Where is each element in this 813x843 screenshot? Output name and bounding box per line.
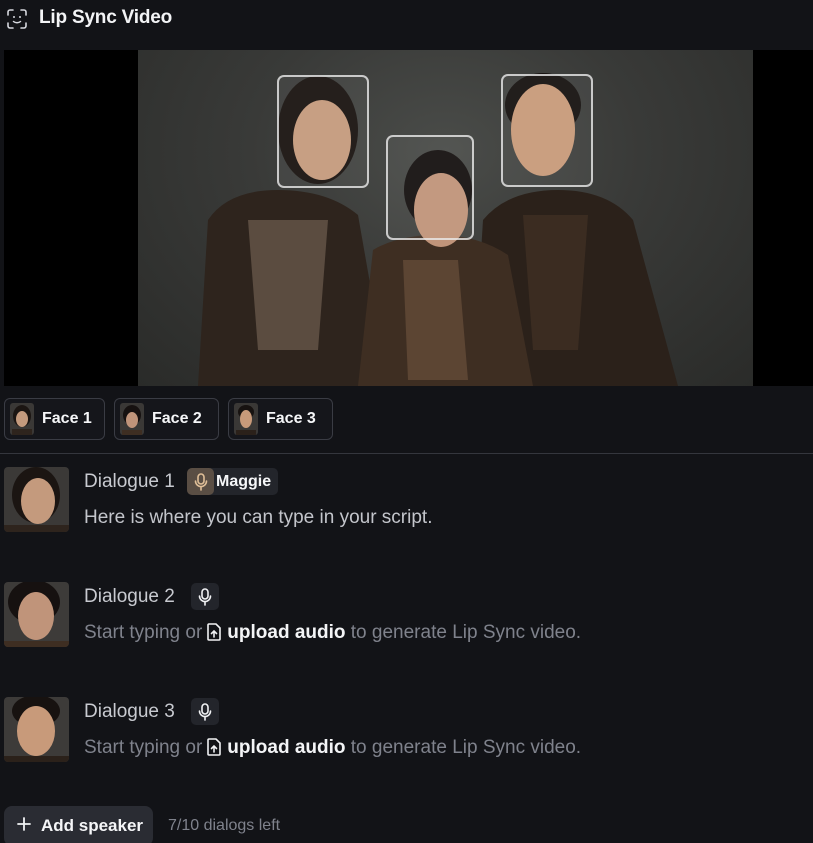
- script-input[interactable]: Start typing or upload audio to generate …: [84, 622, 581, 644]
- dialogue-title: Dialogue 1: [84, 471, 175, 492]
- divider: [0, 453, 813, 454]
- speaker-avatar[interactable]: [4, 467, 69, 532]
- placeholder-text: to generate Lip Sync video.: [350, 622, 582, 643]
- plus-icon: [17, 817, 31, 831]
- face-chip-2[interactable]: Face 2: [114, 398, 219, 440]
- preview-image: [138, 50, 753, 386]
- dialogue-row-1: Dialogue 1 Maggie Here is where you can …: [4, 467, 813, 537]
- add-speaker-label: Add speaker: [41, 816, 144, 835]
- face-thumbnail: [120, 403, 144, 435]
- face-chip-1[interactable]: Face 1: [4, 398, 105, 440]
- script-text[interactable]: Here is where you can type in your scrip…: [84, 507, 433, 529]
- face-chip-3[interactable]: Face 3: [228, 398, 333, 440]
- face-box-1[interactable]: [277, 75, 369, 188]
- upload-audio-link[interactable]: upload audio: [227, 622, 345, 643]
- upload-audio-icon: [207, 623, 222, 641]
- face-scan-icon: [7, 9, 27, 29]
- upload-audio-link[interactable]: upload audio: [227, 737, 345, 758]
- microphone-icon: [198, 587, 212, 606]
- voice-name: Maggie: [216, 472, 272, 490]
- face-chip-label: Face 3: [266, 410, 316, 427]
- voice-selector[interactable]: [191, 583, 219, 610]
- panel-header: Lip Sync Video: [0, 0, 813, 38]
- script-input[interactable]: Start typing or upload audio to generate …: [84, 737, 581, 759]
- microphone-icon: [198, 702, 212, 721]
- lip-sync-panel: Lip Sync Video Face 1 Face 2 Face 3 Dial…: [0, 0, 813, 843]
- dialogue-title: Dialogue 2: [84, 586, 175, 607]
- video-preview[interactable]: [4, 50, 813, 386]
- page-title: Lip Sync Video: [39, 7, 173, 28]
- speaker-avatar[interactable]: [4, 582, 69, 647]
- face-box-2[interactable]: [386, 135, 474, 240]
- speaker-avatar[interactable]: [4, 697, 69, 762]
- face-box-3[interactable]: [501, 74, 593, 187]
- voice-selector[interactable]: Maggie: [187, 468, 279, 495]
- dialogs-remaining: 7/10 dialogs left: [168, 817, 281, 834]
- face-thumbnail: [10, 403, 34, 435]
- face-thumbnail: [234, 403, 258, 435]
- voice-selector[interactable]: [191, 698, 219, 725]
- face-chip-label: Face 1: [42, 410, 92, 427]
- dialogue-title: Dialogue 3: [84, 701, 175, 722]
- add-speaker-button[interactable]: Add speaker: [4, 806, 153, 843]
- placeholder-text: Start typing or: [84, 622, 203, 643]
- placeholder-text: to generate Lip Sync video.: [350, 737, 582, 758]
- microphone-icon: [187, 468, 214, 495]
- dialogue-row-2: Dialogue 2 Start typing or upload audio t…: [4, 582, 813, 652]
- dialogue-row-3: Dialogue 3 Start typing or upload audio t…: [4, 697, 813, 767]
- upload-audio-icon: [207, 738, 222, 756]
- placeholder-text: Start typing or: [84, 737, 203, 758]
- face-chip-label: Face 2: [152, 410, 202, 427]
